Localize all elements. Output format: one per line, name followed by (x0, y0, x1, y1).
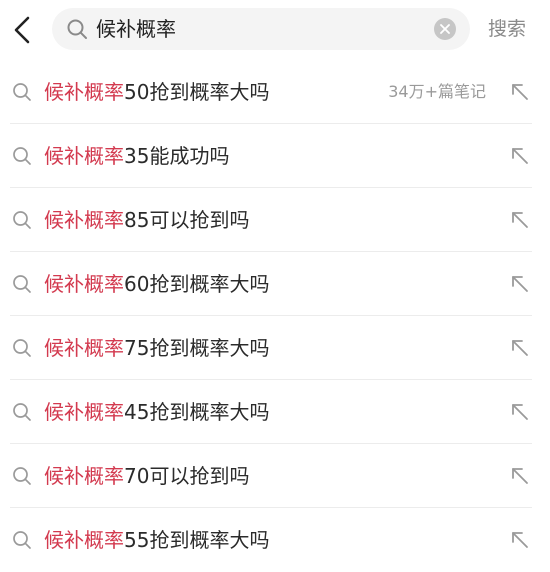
suggestion-text: 候补概率45抢到概率大吗 (44, 380, 269, 444)
suggestion-item[interactable]: 候补概率60抢到概率大吗 (0, 252, 550, 316)
search-icon (13, 83, 31, 101)
search-query: 候补概率 (96, 17, 176, 41)
arrow-up-left-icon[interactable] (508, 208, 532, 232)
arrow-up-left-icon[interactable] (508, 272, 532, 296)
suggestion-rest: 45抢到概率大吗 (124, 400, 270, 424)
search-input[interactable]: 候补概率 (52, 8, 470, 50)
suggestion-item[interactable]: 候补概率55抢到概率大吗 (0, 508, 550, 572)
suggestion-rest: 50抢到概率大吗 (124, 80, 270, 104)
suggestion-text: 候补概率55抢到概率大吗 (44, 508, 269, 572)
suggestion-rest: 35能成功吗 (124, 144, 230, 168)
chevron-left-icon (14, 16, 30, 44)
suggestion-text: 候补概率70可以抢到吗 (44, 444, 249, 508)
arrow-up-left-icon[interactable] (508, 400, 532, 424)
suggestion-item[interactable]: 候补概率35能成功吗 (0, 124, 550, 188)
search-icon (13, 531, 31, 549)
suggestion-highlight: 候补概率 (44, 400, 124, 424)
back-button[interactable] (6, 10, 38, 50)
suggestion-text: 候补概率85可以抢到吗 (44, 188, 249, 252)
search-icon (13, 211, 31, 229)
suggestion-highlight: 候补概率 (44, 144, 124, 168)
search-icon (13, 147, 31, 165)
suggestion-highlight: 候补概率 (44, 336, 124, 360)
arrow-up-left-icon[interactable] (508, 528, 532, 552)
search-icon (13, 339, 31, 357)
clear-icon (440, 24, 450, 34)
arrow-up-left-icon[interactable] (508, 464, 532, 488)
search-button[interactable]: 搜索 (488, 8, 526, 50)
suggestion-highlight: 候补概率 (44, 208, 124, 232)
suggestion-rest: 85可以抢到吗 (124, 208, 250, 232)
suggestion-text: 候补概率75抢到概率大吗 (44, 316, 269, 380)
search-icon (13, 467, 31, 485)
suggestion-rest: 75抢到概率大吗 (124, 336, 270, 360)
search-icon (13, 275, 31, 293)
suggestion-note-count: 34万+篇笔记 (388, 82, 486, 101)
suggestion-item[interactable]: 候补概率50抢到概率大吗 34万+篇笔记 (0, 60, 550, 124)
arrow-up-left-icon[interactable] (508, 80, 532, 104)
suggestion-highlight: 候补概率 (44, 80, 124, 104)
search-icon (67, 19, 87, 39)
suggestion-list: 候补概率50抢到概率大吗 34万+篇笔记 候补概率35能成功吗 候补概率85可以… (0, 60, 550, 572)
suggestion-rest: 60抢到概率大吗 (124, 272, 270, 296)
suggestion-text: 候补概率35能成功吗 (44, 124, 229, 188)
suggestion-text: 候补概率50抢到概率大吗 (44, 60, 269, 124)
suggestion-item[interactable]: 候补概率70可以抢到吗 (0, 444, 550, 508)
suggestion-item[interactable]: 候补概率85可以抢到吗 (0, 188, 550, 252)
suggestion-rest: 55抢到概率大吗 (124, 528, 270, 552)
clear-button[interactable] (434, 18, 456, 40)
suggestion-text: 候补概率60抢到概率大吗 (44, 252, 269, 316)
suggestion-highlight: 候补概率 (44, 272, 124, 296)
arrow-up-left-icon[interactable] (508, 336, 532, 360)
search-header: 候补概率 搜索 (0, 0, 550, 60)
suggestion-item[interactable]: 候补概率45抢到概率大吗 (0, 380, 550, 444)
suggestion-item[interactable]: 候补概率75抢到概率大吗 (0, 316, 550, 380)
arrow-up-left-icon[interactable] (508, 144, 532, 168)
search-icon (13, 403, 31, 421)
suggestion-rest: 70可以抢到吗 (124, 464, 250, 488)
suggestion-highlight: 候补概率 (44, 528, 124, 552)
suggestion-highlight: 候补概率 (44, 464, 124, 488)
